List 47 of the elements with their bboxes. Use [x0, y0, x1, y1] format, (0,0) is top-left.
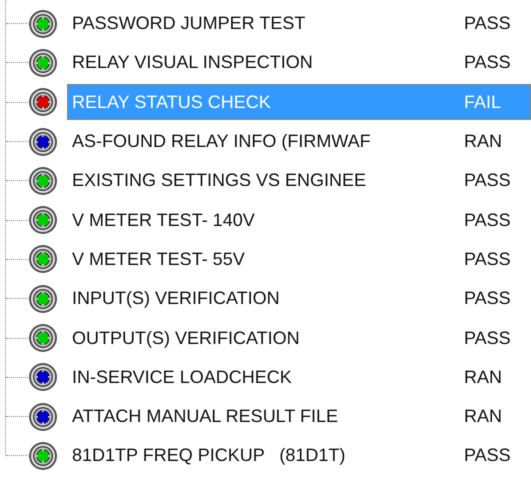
status-light-icon	[28, 284, 58, 314]
test-name: EXISTING SETTINGS VS ENGINEE	[72, 170, 368, 192]
test-result: RAN	[464, 131, 502, 152]
status-light-icon	[28, 244, 58, 274]
tree-item[interactable]: INPUT(S) VERIFICATION PASS	[67, 280, 531, 317]
tree-item[interactable]: OUTPUT(S) VERIFICATION PASS	[67, 320, 531, 356]
test-name: V METER TEST- 55V	[72, 248, 246, 270]
tree-item[interactable]: EXISTING SETTINGS VS ENGINEE PASS	[67, 162, 531, 199]
test-result: PASS	[464, 288, 511, 310]
tree-item[interactable]: RELAY VISUAL INSPECTION PASS	[67, 44, 531, 81]
status-light-icon	[28, 166, 58, 196]
test-name: ATTACH MANUAL RESULT FILE	[72, 406, 340, 428]
tree-item[interactable]: IN-SERVICE LOADCHECK RAN	[67, 359, 531, 396]
test-name: OUTPUT(S) VERIFICATION	[72, 328, 301, 349]
status-light-icon	[28, 440, 58, 471]
test-result: PASS	[464, 248, 511, 270]
test-result: PASS	[464, 210, 511, 231]
tree-item[interactable]: V METER TEST- 55V PASS	[67, 241, 531, 278]
test-result: PASS	[464, 13, 511, 34]
test-name: V METER TEST- 140V	[72, 210, 256, 231]
test-result: PASS	[464, 328, 511, 349]
tree-item[interactable]: ATTACH MANUAL RESULT FILE RAN	[67, 398, 531, 435]
tree-item[interactable]: V METER TEST- 140V PASS	[67, 202, 531, 238]
tree-item[interactable]: AS-FOUND RELAY INFO (FIRMWAF RAN	[67, 124, 531, 160]
test-result: PASS	[464, 52, 511, 74]
test-result: RAN	[464, 366, 502, 388]
tree-item[interactable]: PASSWORD JUMPER TEST PASS	[67, 6, 531, 42]
test-name: RELAY VISUAL INSPECTION	[72, 52, 314, 74]
test-result: PASS	[464, 445, 511, 466]
status-light-icon	[28, 362, 58, 392]
status-light-icon	[28, 402, 58, 432]
test-name: AS-FOUND RELAY INFO (FIRMWAF	[72, 131, 372, 152]
test-result: FAIL	[464, 92, 502, 113]
tree-item[interactable]: 81D1TP FREQ PICKUP (81D1T) PASS	[67, 438, 531, 474]
status-light-icon	[28, 205, 58, 236]
test-name: INPUT(S) VERIFICATION	[72, 288, 281, 310]
test-name: 81D1TP FREQ PICKUP (81D1T)	[72, 445, 346, 466]
status-light-icon	[28, 126, 58, 157]
test-result: PASS	[464, 170, 511, 192]
status-light-icon	[28, 8, 58, 39]
status-light-icon	[28, 323, 58, 354]
status-light-icon	[28, 48, 58, 78]
test-name: RELAY STATUS CHECK	[72, 92, 272, 113]
test-name: IN-SERVICE LOADCHECK	[72, 366, 293, 388]
test-result: RAN	[464, 406, 502, 428]
test-name: PASSWORD JUMPER TEST	[72, 13, 306, 34]
status-light-icon	[28, 87, 58, 118]
